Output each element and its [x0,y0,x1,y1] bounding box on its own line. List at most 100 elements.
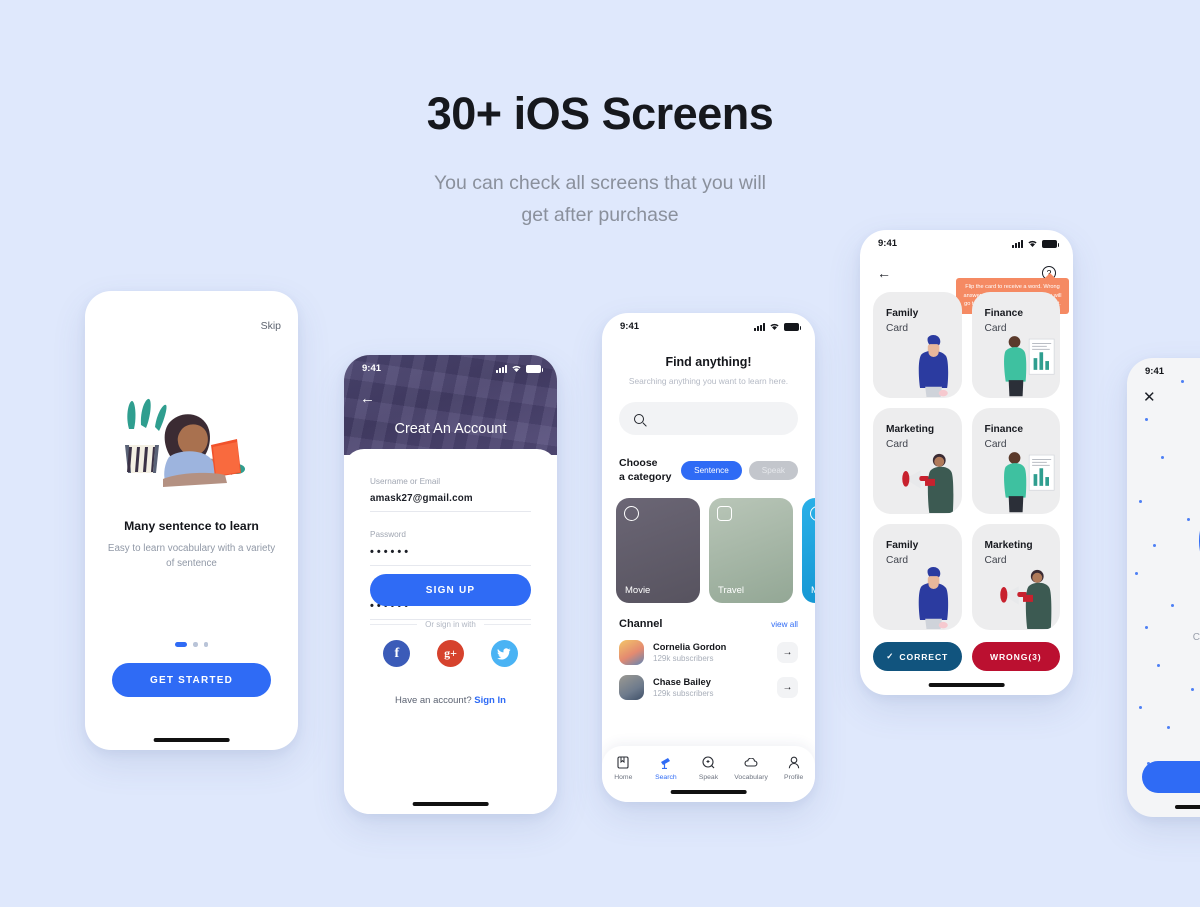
flashcard-title: Family [886,308,919,319]
category-label: Choose a category [619,456,672,484]
search-title: Find anything! [665,355,752,369]
tab-label: Profile [784,774,804,781]
close-icon[interactable]: ✕ [1143,390,1156,405]
channel-view-all-link[interactable]: view all [771,620,798,629]
phone-onboarding-screen: Skip Many sentence to learn Easy to lear… [85,291,298,750]
search-input[interactable] [619,402,798,435]
mother-child-illustration [918,334,948,397]
cellular-signal-icon [496,364,507,373]
category-card-travel[interactable]: Travel [709,498,793,604]
page-subtitle-line-2: get after purchase [521,203,679,226]
category-card-label: Travel [718,585,745,597]
get-started-button[interactable]: GET STARTED [112,663,271,697]
password-field[interactable]: Password •••••• [370,530,531,566]
category-card-music[interactable]: Mu [802,498,815,604]
sign-up-button[interactable]: SIGN UP [370,574,531,606]
arrow-right-icon[interactable]: → [777,642,798,664]
chip-speak[interactable]: Speak [748,460,798,480]
woman-reading-book-illustration [125,398,245,487]
phone-success-screen: 9:41 ✕ You Congratul the a [1127,358,1200,817]
flashcard-marketing-1[interactable]: Marketing Card [873,408,962,514]
page-subtitle: You can check all screens that you will … [0,168,1200,231]
list-item[interactable]: Chase Bailey 129k subscribers → [619,675,798,701]
woman-megaphone-illustration [1000,569,1052,629]
flashcard-action-row: ✓ CORRECT WRONG(3) [873,642,1060,671]
onboarding-title: Many sentence to learn [124,519,259,533]
list-item[interactable]: Cornelia Gordon 129k subscribers → [619,640,798,666]
success-cta-button[interactable] [1142,761,1200,793]
password-field-label: Password [370,530,406,539]
flashcard-finance-1[interactable]: Finance Card [971,292,1060,398]
category-card-list: Movie Travel Mu [616,498,815,604]
home-indicator [670,790,747,794]
flashcard-finance-2[interactable]: Finance Card [971,408,1060,514]
film-reel-icon [624,506,639,522]
google-plus-icon[interactable]: g+ [436,640,464,667]
status-bar: 9:41 [860,230,1073,256]
pagination-dot-1[interactable] [175,642,187,647]
tab-search[interactable]: Search [645,755,688,781]
tab-speak[interactable]: Speak [687,755,730,781]
telescope-icon [645,755,688,770]
password-field-value[interactable]: •••••• [370,546,531,566]
status-time: 9:41 [878,237,898,249]
home-indicator [928,683,1005,687]
chip-sentence[interactable]: Sentence [681,460,742,480]
success-description-line-1: Congratul [1192,632,1200,643]
correct-button[interactable]: ✓ CORRECT [873,642,962,671]
flashcard-title: Marketing [886,424,935,435]
flashcard-marketing-2[interactable]: Marketing Card [971,524,1060,630]
channel-section-header: Channel view all [619,618,798,630]
twitter-icon[interactable] [490,640,518,667]
social-divider: Or sign in with [370,620,531,629]
facebook-icon[interactable]: f [383,640,411,667]
email-field[interactable]: Username or Email amask27@gmail.com [370,477,531,512]
signup-form: Username or Email amask27@gmail.com Pass… [344,449,557,814]
microphone-icon [687,755,730,770]
wifi-icon [770,323,779,330]
email-field-value[interactable]: amask27@gmail.com [370,493,531,512]
signup-title: Creat An Account [394,421,507,437]
flashcard-title: Finance [984,424,1024,435]
correct-button-label: CORRECT [899,651,949,662]
category-card-label: Mu [811,585,815,597]
phone-signup-screen: 9:41 ← Creat An Account Username or Emai… [344,355,557,814]
tab-vocabulary[interactable]: Vocabulary [730,755,773,781]
page-title: 30+ iOS Screens [426,88,774,139]
cellular-signal-icon [754,322,765,331]
signin-footer: Have an account? Sign In [344,695,557,706]
flashcard-title: Family [886,540,919,551]
wrong-button[interactable]: WRONG(3) [971,642,1060,671]
flashcard-family-2[interactable]: Family Card [873,524,962,630]
back-button[interactable]: ← [877,266,891,280]
category-label-line-1: Choose [619,457,658,469]
home-indicator [412,802,489,806]
tab-label: Home [614,774,633,781]
tab-profile[interactable]: Profile [772,755,815,781]
sign-in-link[interactable]: Sign In [474,695,506,706]
flashcard-family-1[interactable]: Family Card [873,292,962,398]
home-indicator [153,738,230,742]
arrow-right-icon[interactable]: → [777,677,798,699]
email-field-label: Username or Email [370,477,441,486]
pagination-dots[interactable] [85,642,298,647]
flashcard-title: Finance [984,308,1024,319]
pagination-dot-2[interactable] [193,642,198,647]
category-card-movie[interactable]: Movie [616,498,700,604]
tab-home[interactable]: Home [602,755,645,781]
status-bar: 9:41 [1127,358,1200,384]
cellular-signal-icon [1012,239,1023,248]
search-subtitle: Searching anything you want to learn her… [628,376,789,386]
man-chart-illustration [1004,336,1055,397]
category-card-label: Movie [625,585,651,597]
status-time: 9:41 [1145,365,1165,377]
phone-search-screen: 9:41 Find anything! Searching anything y… [602,313,815,802]
avatar [619,640,644,666]
channel-subscribers: 129k subscribers [653,654,714,664]
skip-button[interactable]: Skip [261,320,281,332]
channel-info: Cornelia Gordon 129k subscribers [653,642,768,663]
back-button[interactable]: ← [360,391,375,406]
status-icons [496,364,543,373]
wifi-icon [1028,240,1037,247]
pagination-dot-3[interactable] [203,642,208,647]
